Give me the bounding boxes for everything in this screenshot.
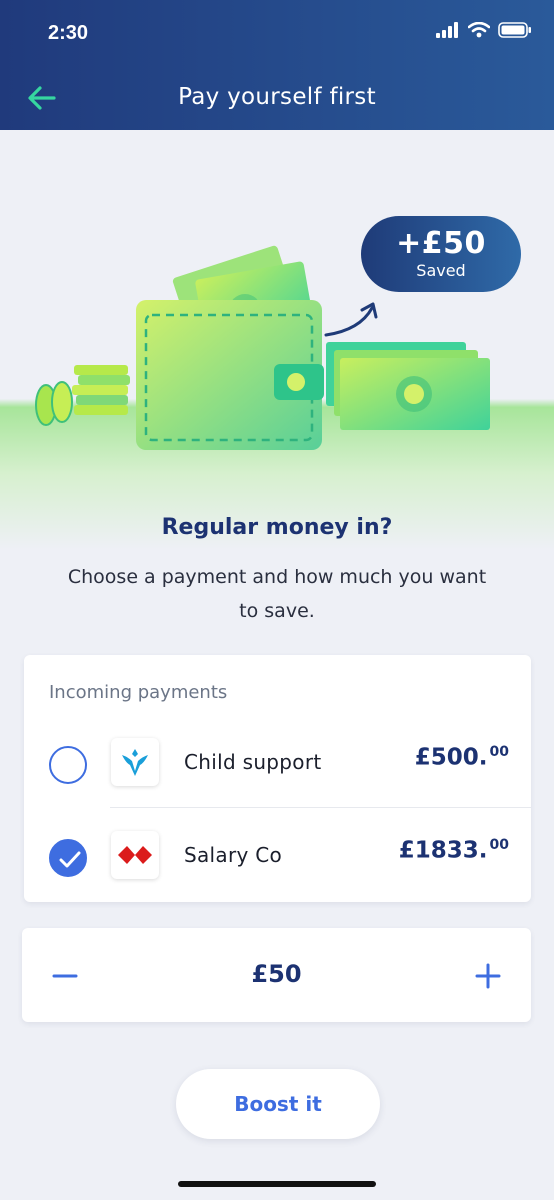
plus-icon[interactable] — [473, 961, 503, 991]
banknote-stack-icon — [326, 342, 490, 430]
card-label: Incoming payments — [49, 682, 228, 703]
coins-icon — [35, 365, 130, 426]
radio-unselected[interactable] — [49, 746, 87, 784]
payment-row-child-support[interactable]: Child support £500. 00 — [24, 717, 531, 812]
page-title: Pay yourself first — [178, 84, 376, 110]
amount-whole: £1833. — [398, 837, 488, 864]
payee-name: Child support — [184, 750, 322, 774]
payee-name: Salary Co — [184, 843, 283, 867]
status-time: 2:30 — [48, 22, 89, 44]
payment-row-salary-co[interactable]: Salary Co £1833. 00 — [24, 810, 531, 905]
eagle-bank-icon — [111, 738, 159, 786]
incoming-payments-card: Incoming payments Child support £500.00 — [24, 655, 531, 902]
battery-icon — [498, 22, 531, 38]
stepper-value: £50 — [251, 960, 302, 988]
row-divider — [110, 807, 531, 808]
hexagon-bank-icon — [111, 831, 159, 879]
payment-amount: £1833. 00 — [399, 837, 509, 864]
payment-amount: £500. 00 — [415, 744, 509, 771]
saved-label: Saved — [416, 261, 466, 280]
amount-decimals: 00 — [489, 837, 509, 853]
amount-decimals: 00 — [489, 744, 509, 760]
signal-icon — [436, 22, 458, 38]
saved-amount: +£50 — [396, 226, 486, 261]
section-description: Choose a payment and how much you want t… — [67, 566, 487, 622]
radio-selected[interactable] — [49, 839, 87, 877]
wallet-icon — [136, 300, 324, 450]
status-icons — [436, 22, 532, 38]
check-icon — [59, 851, 81, 868]
saved-badge: +£50 Saved — [361, 216, 521, 292]
amount-stepper: £50 — [22, 928, 531, 1022]
boost-it-button[interactable]: Boost it — [176, 1069, 380, 1139]
wifi-icon — [468, 22, 490, 38]
section-heading: Regular money in? — [161, 515, 393, 540]
home-indicator — [178, 1181, 376, 1187]
app-header: 2:30 Pay yourself first — [0, 0, 554, 130]
amount-whole: £500. — [414, 744, 488, 771]
